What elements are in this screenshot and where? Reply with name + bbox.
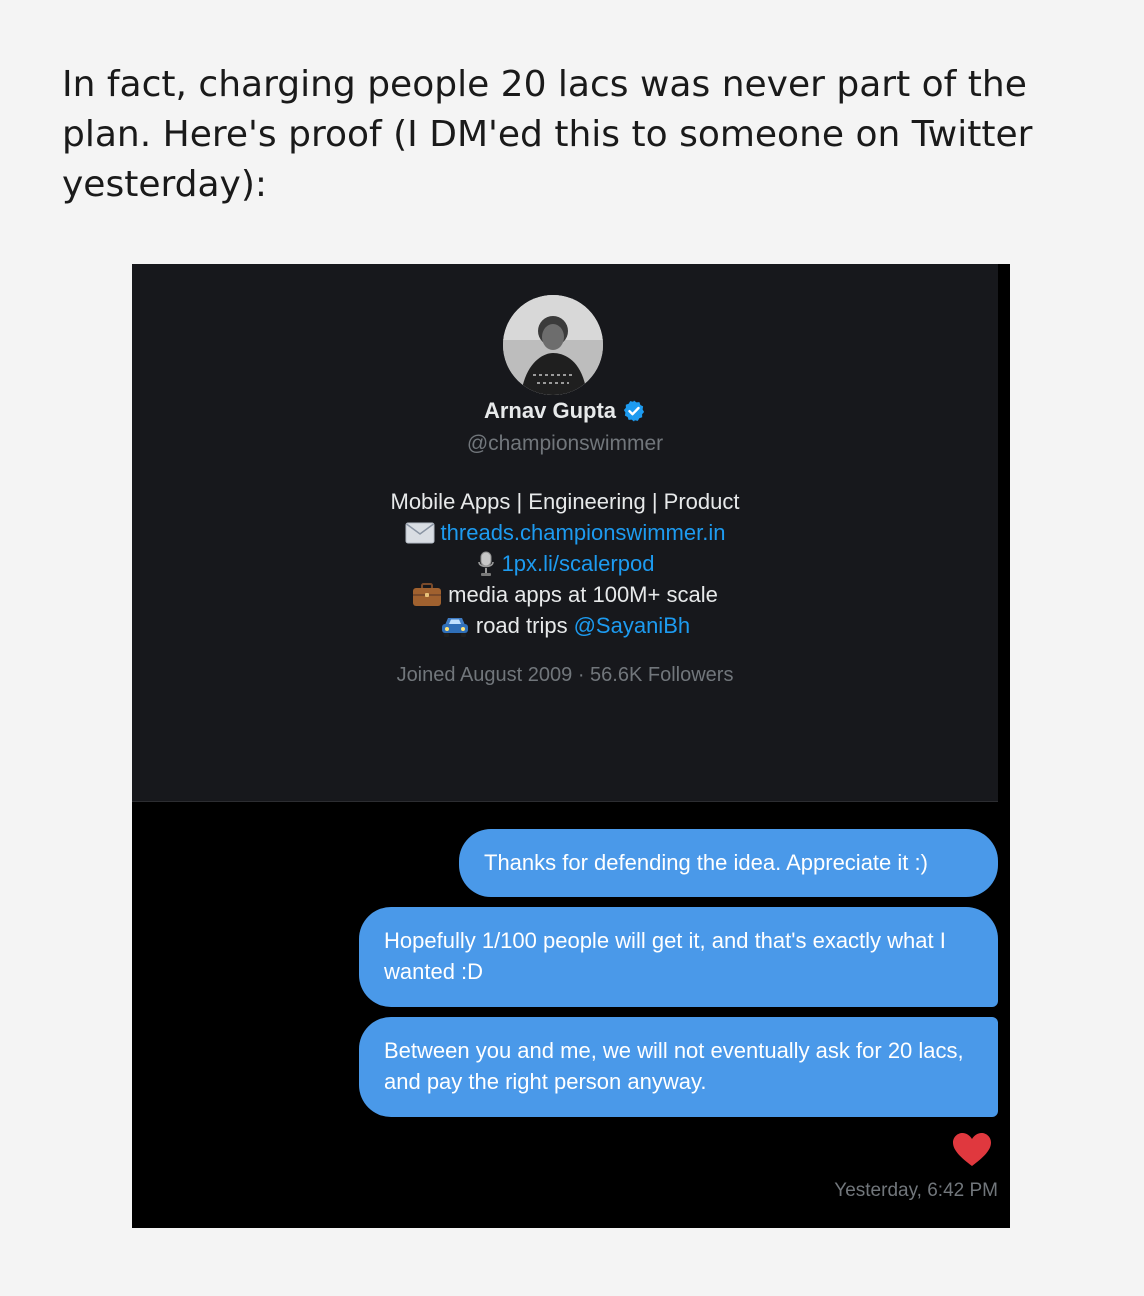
envelope-icon: [405, 522, 435, 543]
profile-name[interactable]: Arnav Gupta: [484, 398, 616, 424]
bio-media-apps: media apps at 100M+ scale: [448, 582, 718, 607]
scalerpod-link[interactable]: 1px.li/scalerpod: [502, 548, 655, 579]
bio-line-3: 1px.li/scalerpod: [132, 548, 998, 579]
bio-road-trips: road trips: [475, 613, 568, 638]
message-bubble-3[interactable]: Between you and me, we will not eventual…: [359, 1017, 998, 1117]
bio-line-5: road trips @SayaniBh: [132, 610, 998, 641]
profile-meta: Joined August 2009 · 56.6K Followers: [396, 664, 734, 686]
bio-line-4: media apps at 100M+ scale: [132, 579, 998, 610]
profile-card: Arnav Gupta @championswimmer Mobile Apps…: [132, 264, 998, 802]
message-bubble-2[interactable]: Hopefully 1/100 people will get it, and …: [359, 907, 998, 1007]
profile-bio: Mobile Apps | Engineering | Product thre…: [132, 486, 998, 641]
dm-screenshot: Arnav Gupta @championswimmer Mobile Apps…: [132, 264, 1010, 1228]
bio-title: Mobile Apps | Engineering | Product: [390, 489, 740, 514]
avatar[interactable]: [503, 295, 603, 395]
threads-link[interactable]: threads.championswimmer.in: [441, 517, 726, 548]
verified-badge-icon: [623, 400, 645, 422]
sayanibh-link[interactable]: @SayaniBh: [574, 610, 691, 641]
heart-icon[interactable]: [952, 1132, 992, 1168]
microphone-icon: [477, 551, 494, 576]
bio-line-2: threads.championswimmer.in: [132, 517, 998, 548]
car-icon: [441, 617, 468, 637]
profile-handle[interactable]: @championswimmer: [132, 432, 998, 456]
intro-paragraph: In fact, charging people 20 lacs was nev…: [62, 64, 1033, 205]
profile-name-row: Arnav Gupta: [132, 396, 998, 426]
bio-line-1: Mobile Apps | Engineering | Product: [132, 486, 998, 517]
briefcase-icon: [413, 582, 442, 606]
message-bubble-1[interactable]: Thanks for defending the idea. Appreciat…: [459, 829, 998, 897]
message-timestamp: Yesterday, 6:42 PM: [834, 1180, 998, 1201]
